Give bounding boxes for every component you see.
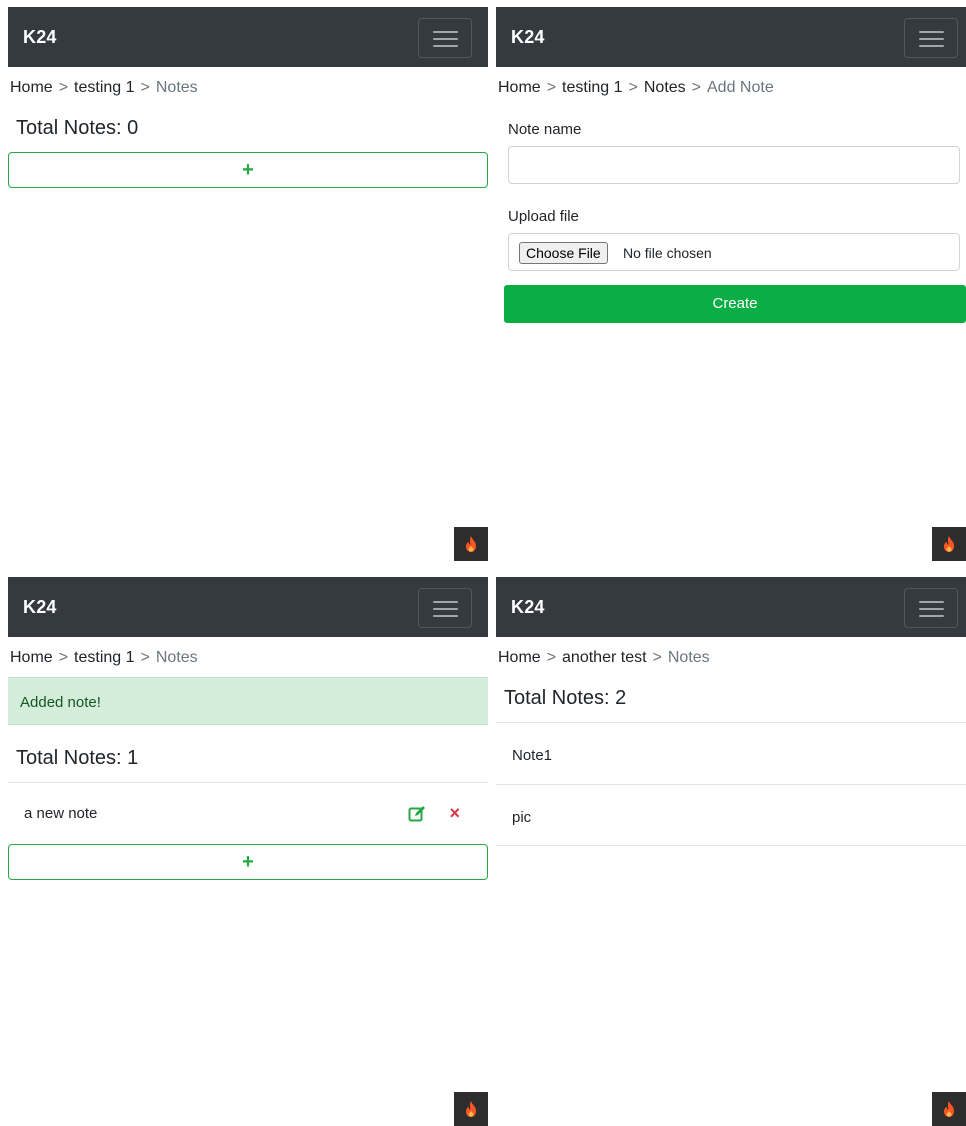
breadcrumb-separator: >: [140, 79, 150, 96]
hamburger-menu-icon-bar: [919, 38, 944, 40]
total-notes-heading: Total Notes: 2: [504, 687, 627, 709]
add-note-button[interactable]: +: [8, 152, 488, 188]
note-list-item[interactable]: Note1: [496, 722, 966, 784]
breadcrumb-home[interactable]: Home: [498, 79, 541, 96]
breadcrumb: Home > another test > Notes: [496, 637, 966, 677]
flame-icon: [466, 536, 476, 552]
navbar: K24: [8, 577, 488, 637]
navbar: K24: [496, 7, 966, 67]
screen-add-note: K24 Home > testing 1 > Notes > Add Note Note n…: [496, 7, 966, 561]
note-list-item[interactable]: pic: [496, 784, 966, 846]
plus-icon: +: [242, 159, 254, 181]
breadcrumb-separator: >: [58, 79, 69, 96]
upload-file-label: Upload file: [508, 208, 579, 225]
flame-badge[interactable]: [932, 1092, 966, 1126]
breadcrumb-home[interactable]: Home: [498, 649, 541, 666]
screen-notes-list: K24 Home > another test > Notes Total Notes:…: [496, 577, 966, 1126]
total-notes-heading: Total Notes: 0: [16, 117, 139, 139]
flame-icon: [466, 1101, 476, 1117]
hamburger-menu-icon: [919, 601, 944, 603]
edit-icon[interactable]: [408, 805, 426, 823]
hamburger-menu-icon-bar: [919, 45, 944, 47]
breadcrumb: Home > testing 1 > Notes: [8, 637, 488, 677]
plus-icon: +: [242, 851, 254, 873]
breadcrumb-separator: >: [652, 649, 662, 666]
add-note-button[interactable]: +: [8, 844, 488, 880]
breadcrumb-notes[interactable]: Notes: [644, 79, 686, 96]
breadcrumb-separator: >: [691, 79, 701, 96]
breadcrumb-separator: >: [58, 649, 69, 666]
hamburger-menu-icon-bar: [919, 608, 944, 610]
navbar-brand[interactable]: K24: [511, 597, 545, 618]
flame-icon: [944, 536, 954, 552]
breadcrumb-current: Add Note: [707, 79, 774, 96]
note-name-label: Note name: [508, 121, 582, 138]
screen-notes-empty: K24 Home > testing 1 > Notes Total Notes: 0 …: [8, 7, 488, 561]
breadcrumb-home[interactable]: Home: [10, 649, 53, 666]
breadcrumb-current: Notes: [155, 649, 198, 666]
hamburger-menu-icon: [919, 31, 944, 33]
note-row: a new note ×: [8, 782, 488, 844]
note-name[interactable]: a new note: [24, 805, 97, 822]
menu-toggle-button[interactable]: [904, 18, 958, 58]
breadcrumb-separator: >: [546, 649, 557, 666]
hamburger-menu-icon-bar: [433, 45, 458, 47]
menu-toggle-button[interactable]: [418, 588, 472, 628]
navbar-brand[interactable]: K24: [511, 27, 545, 48]
hamburger-menu-icon-bar: [433, 608, 458, 610]
breadcrumb-separator: >: [140, 649, 150, 666]
total-notes-heading: Total Notes: 1: [16, 747, 139, 769]
file-status-text: No file chosen: [623, 245, 712, 261]
breadcrumb: Home > testing 1 > Notes > Add Note: [496, 67, 966, 107]
create-button[interactable]: Create: [504, 285, 966, 323]
hamburger-menu-icon-bar: [433, 615, 458, 617]
success-alert: Added note!: [8, 677, 488, 725]
breadcrumb-current: Notes: [667, 649, 710, 666]
hamburger-menu-icon-bar: [433, 38, 458, 40]
navbar: K24: [8, 7, 488, 67]
navbar-brand[interactable]: K24: [23, 27, 57, 48]
breadcrumb-home[interactable]: Home: [10, 79, 53, 96]
breadcrumb-project[interactable]: testing 1: [74, 649, 134, 666]
note-name: pic: [512, 809, 532, 826]
navbar-brand[interactable]: K24: [23, 597, 57, 618]
flame-badge[interactable]: [454, 527, 488, 561]
hamburger-menu-icon-bar: [919, 615, 944, 617]
breadcrumb-project[interactable]: testing 1: [562, 79, 622, 96]
flame-badge[interactable]: [932, 527, 966, 561]
note-name-input[interactable]: [508, 146, 960, 184]
delete-icon[interactable]: ×: [449, 803, 460, 823]
breadcrumb-separator: >: [546, 79, 557, 96]
menu-toggle-button[interactable]: [904, 588, 958, 628]
flame-badge[interactable]: [454, 1092, 488, 1126]
navbar: K24: [496, 577, 966, 637]
breadcrumb: Home > testing 1 > Notes: [8, 67, 488, 107]
screen-notes-added: K24 Home > testing 1 > Notes Added note! Tot…: [8, 577, 488, 1126]
flame-icon: [944, 1101, 954, 1117]
file-upload-field: Choose File No file chosen: [508, 233, 960, 271]
note-name: Note1: [512, 747, 553, 764]
breadcrumb-current: Notes: [155, 79, 198, 96]
choose-file-button[interactable]: Choose File: [519, 242, 608, 264]
hamburger-menu-icon: [433, 601, 458, 603]
breadcrumb-project[interactable]: testing 1: [74, 79, 134, 96]
breadcrumb-separator: >: [628, 79, 638, 96]
breadcrumb-project[interactable]: another test: [562, 649, 647, 666]
hamburger-menu-icon: [433, 31, 458, 33]
menu-toggle-button[interactable]: [418, 18, 472, 58]
